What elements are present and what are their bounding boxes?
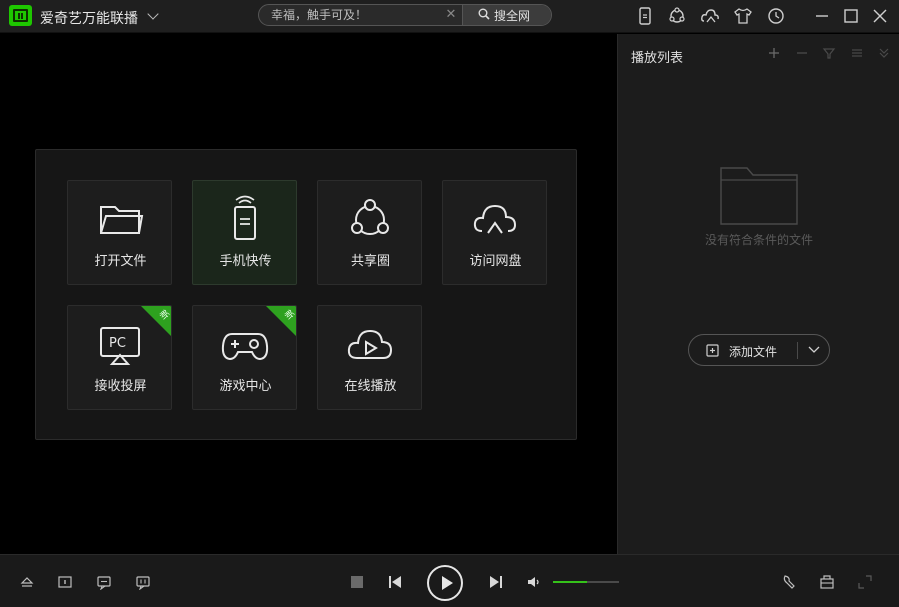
cloud-play-icon <box>345 320 395 368</box>
tile-label: 共享圈 <box>350 254 390 269</box>
toolbox-icon[interactable] <box>819 574 835 590</box>
tile-share-circle[interactable]: 共享圈 <box>317 180 422 285</box>
settings-wrench-icon[interactable] <box>781 574 797 590</box>
chevron-down-icon[interactable] <box>805 342 823 358</box>
list-view-icon[interactable] <box>849 45 865 61</box>
tile-label: 手机快传 <box>219 254 272 269</box>
minimize-icon[interactable] <box>811 5 833 27</box>
play-button[interactable] <box>427 565 463 601</box>
remove-icon[interactable] <box>794 45 810 61</box>
eject-icon[interactable] <box>19 574 35 590</box>
app-title[interactable]: 爱奇艺万能联播 <box>40 8 138 28</box>
collapse-icon[interactable] <box>876 45 892 61</box>
tile-label: 打开文件 <box>94 254 147 269</box>
audio-track-icon[interactable] <box>135 574 151 591</box>
close-icon[interactable] <box>869 5 891 27</box>
clear-search-icon[interactable]: ✕ <box>444 8 458 22</box>
maximize-icon[interactable] <box>840 5 862 27</box>
tile-phone-transfer[interactable]: 手机快传 <box>192 180 297 285</box>
pc-screen-cast-icon: PC <box>95 320 145 368</box>
volume-icon[interactable] <box>526 574 542 590</box>
feature-panel: 打开文件 手机快传 共享圈 访问网盘 PC 接收投屏 新 游戏中心 新 在线播放 <box>35 149 577 440</box>
search-box: ✕ 搜全网 <box>258 4 552 26</box>
search-button-label: 搜全网 <box>494 9 531 23</box>
player-control-bar <box>0 554 899 607</box>
tile-label: 游戏中心 <box>219 379 272 394</box>
tile-online-play[interactable]: 在线播放 <box>317 305 422 410</box>
share-circle-icon <box>345 195 395 243</box>
skin-shirt-icon[interactable] <box>732 5 754 27</box>
app-window: 爱奇艺万能联播 ✕ 搜全网 <box>0 0 899 607</box>
gamepad-icon <box>220 320 270 368</box>
folder-icon <box>95 195 145 243</box>
volume-level <box>553 581 588 583</box>
stop-icon[interactable] <box>349 574 365 590</box>
playlist-title: 播放列表 <box>631 51 684 66</box>
volume-slider[interactable] <box>553 581 619 583</box>
svg-text:PC: PC <box>109 336 126 351</box>
empty-folder-icon <box>720 167 798 225</box>
subtitle-icon[interactable] <box>96 574 112 591</box>
tile-game-center[interactable]: 游戏中心 新 <box>192 305 297 410</box>
title-bar: 爱奇艺万能联播 ✕ 搜全网 <box>0 0 899 33</box>
fullscreen-icon[interactable] <box>857 574 873 590</box>
next-icon[interactable] <box>488 574 504 590</box>
filter-icon[interactable] <box>821 45 837 61</box>
tile-open-file[interactable]: 打开文件 <box>67 180 172 285</box>
main-area: 打开文件 手机快传 共享圈 访问网盘 PC 接收投屏 新 游戏中心 新 在线播放 <box>0 34 617 554</box>
add-file-button[interactable]: 添加文件 <box>688 334 830 366</box>
add-icon[interactable] <box>766 45 782 61</box>
phone-icon[interactable] <box>634 5 656 27</box>
search-button[interactable]: 搜全网 <box>462 5 551 25</box>
divider <box>797 342 798 359</box>
add-file-icon <box>706 344 719 357</box>
phone-transfer-icon <box>220 195 270 243</box>
cloud-icon[interactable] <box>699 5 721 27</box>
chevron-down-icon[interactable] <box>147 8 159 20</box>
app-logo-icon <box>9 5 32 26</box>
tile-label: 在线播放 <box>344 379 397 394</box>
history-clock-icon[interactable] <box>765 5 787 27</box>
empty-message: 没有符合条件的文件 <box>704 233 813 247</box>
add-file-label: 添加文件 <box>729 345 778 359</box>
search-input[interactable] <box>259 5 462 25</box>
search-icon <box>478 8 490 20</box>
playlist-panel: 播放列表 没有符合条件的文件 添加文件 <box>617 34 899 554</box>
tile-label: 访问网盘 <box>469 254 522 269</box>
previous-icon[interactable] <box>387 574 403 590</box>
screen-info-icon[interactable] <box>57 574 73 590</box>
cloud-drive-icon <box>470 195 520 243</box>
tile-cloud-drive[interactable]: 访问网盘 <box>442 180 547 285</box>
tile-label: 接收投屏 <box>94 379 147 394</box>
tile-receive-screencast[interactable]: PC 接收投屏 新 <box>67 305 172 410</box>
share-circle-icon[interactable] <box>666 5 688 27</box>
